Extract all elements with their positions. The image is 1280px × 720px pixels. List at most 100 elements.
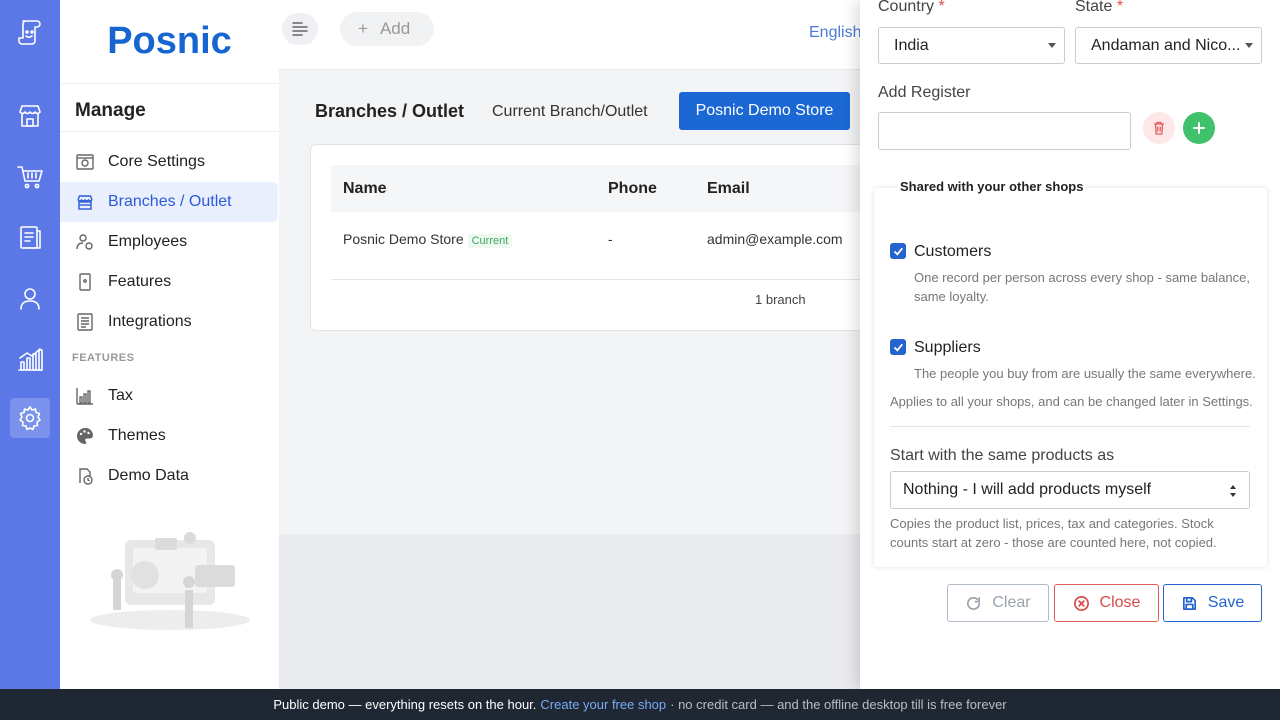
app-logo-icon[interactable] — [10, 12, 50, 52]
state-value: Andaman and Nico... — [1091, 36, 1241, 54]
clear-button[interactable]: Clear — [947, 584, 1049, 622]
suppliers-description: The people you buy from are usually the … — [914, 366, 1256, 381]
save-button[interactable]: Save — [1163, 584, 1262, 622]
store-icon — [75, 192, 95, 212]
settings-grid-icon — [75, 152, 95, 172]
column-header-email[interactable]: Email — [707, 180, 750, 198]
branch-email: admin@example.com — [707, 231, 843, 247]
user-icon[interactable] — [10, 278, 50, 318]
close-circle-icon — [1073, 595, 1089, 611]
table-header — [331, 165, 871, 212]
menu-item-label: Demo Data — [108, 467, 189, 484]
clipboard-icon[interactable] — [10, 217, 50, 257]
create-shop-link[interactable]: Create your free shop — [540, 697, 666, 712]
menu-item-label: Employees — [108, 233, 188, 250]
content-lower-area — [279, 534, 860, 689]
menu-item-label: Tax — [108, 387, 133, 404]
save-icon — [1182, 596, 1196, 610]
current-branch-label: Current Branch/Outlet — [492, 103, 648, 120]
demo-banner: Public demo — everything resets on the h… — [0, 689, 1280, 720]
menu-item-branches[interactable]: Branches / Outlet — [60, 182, 278, 222]
menu-item-label: Themes — [108, 427, 166, 444]
settings-icon[interactable] — [10, 398, 50, 438]
add-button[interactable]: + Add — [340, 12, 434, 46]
menu-title: Manage — [75, 100, 146, 121]
clear-button-label: Clear — [992, 594, 1031, 611]
collapse-menu-button[interactable] — [282, 13, 318, 45]
menu-illustration — [90, 532, 250, 630]
menu-item-tax[interactable]: Tax — [60, 376, 278, 416]
page-title: Branches / Outlet — [315, 101, 465, 121]
customers-description: One record per person across every shop … — [914, 270, 1251, 304]
menu-item-label: Branches / Outlet — [108, 193, 232, 210]
table-divider — [331, 279, 871, 280]
customers-label[interactable]: Customers — [914, 243, 991, 261]
cart-icon[interactable] — [10, 156, 50, 196]
list-icon — [75, 312, 95, 332]
check-icon — [893, 247, 903, 256]
menu-item-core-settings[interactable]: Core Settings — [60, 142, 278, 182]
column-header-name[interactable]: Name — [343, 180, 387, 198]
shared-title: Shared with your other shops — [898, 179, 1086, 194]
close-button-label: Close — [1099, 594, 1141, 611]
branch-name: Posnic Demo Store — [343, 231, 464, 247]
menu-section-features: FEATURES — [72, 352, 135, 364]
register-input[interactable] — [878, 112, 1131, 150]
state-label: State * — [1075, 0, 1124, 15]
chart-icon — [75, 386, 95, 406]
menu-divider — [60, 131, 279, 132]
country-label: Country * — [878, 0, 945, 15]
country-select[interactable]: India — [878, 27, 1065, 64]
customers-checkbox[interactable] — [890, 243, 906, 259]
icon-rail — [0, 0, 60, 689]
menu-item-label: Core Settings — [108, 153, 205, 170]
palette-icon — [75, 426, 95, 446]
branch-count: 1 branch — [755, 292, 806, 307]
products-label: Start with the same products as — [890, 447, 1115, 464]
chevron-down-icon — [1048, 43, 1056, 48]
products-note: Copies the product list, prices, tax and… — [890, 516, 1217, 550]
close-button[interactable]: Close — [1054, 584, 1159, 622]
menu-item-integrations[interactable]: Integrations — [60, 302, 278, 342]
employees-icon — [75, 232, 95, 252]
chevron-down-icon — [1245, 43, 1253, 48]
section-divider — [890, 426, 1250, 427]
state-select[interactable]: Andaman and Nico... — [1075, 27, 1262, 64]
save-button-label: Save — [1207, 594, 1245, 611]
menu-item-label: Integrations — [108, 313, 192, 330]
current-badge: Current — [467, 234, 513, 248]
products-value: Nothing - I will add products myself — [903, 481, 1152, 498]
add-button-label: Add — [379, 19, 411, 38]
suppliers-checkbox[interactable] — [890, 339, 906, 355]
phone-icon — [75, 272, 95, 292]
align-left-icon — [292, 22, 308, 36]
reports-icon[interactable] — [10, 339, 50, 379]
table-row[interactable]: Posnic Demo Store Current — [343, 231, 513, 248]
store-icon[interactable] — [10, 96, 50, 136]
trash-icon — [1154, 121, 1164, 135]
check-icon — [893, 343, 903, 352]
updown-chevron-icon — [1230, 485, 1236, 497]
plus-icon — [1193, 122, 1205, 134]
plus-icon: + — [358, 19, 368, 38]
settings-menu: Posnic Manage Core Settings Branches / O… — [60, 0, 279, 689]
suppliers-label[interactable]: Suppliers — [914, 339, 981, 357]
refresh-icon — [967, 596, 981, 610]
add-register-button[interactable] — [1183, 112, 1215, 144]
banner-tail: · no credit card — and the offline deskt… — [670, 697, 1007, 712]
delete-register-button[interactable] — [1143, 112, 1175, 144]
menu-item-label: Features — [108, 273, 172, 290]
brand-logo[interactable]: Posnic — [60, 0, 279, 84]
menu-item-themes[interactable]: Themes — [60, 416, 278, 456]
menu-item-features[interactable]: Features — [60, 262, 278, 302]
products-select[interactable]: Nothing - I will add products myself — [890, 471, 1250, 509]
column-header-phone[interactable]: Phone — [608, 180, 657, 198]
applies-note: Applies to all your shops, and can be ch… — [890, 394, 1253, 409]
menu-item-demo-data[interactable]: Demo Data — [60, 456, 278, 496]
menu-item-employees[interactable]: Employees — [60, 222, 278, 262]
current-store-button[interactable]: Posnic Demo Store — [679, 92, 850, 130]
language-selector[interactable]: English — [809, 24, 861, 42]
country-value: India — [894, 36, 929, 54]
register-label: Add Register — [878, 84, 971, 101]
banner-text: Public demo — everything resets on the h… — [273, 697, 537, 712]
